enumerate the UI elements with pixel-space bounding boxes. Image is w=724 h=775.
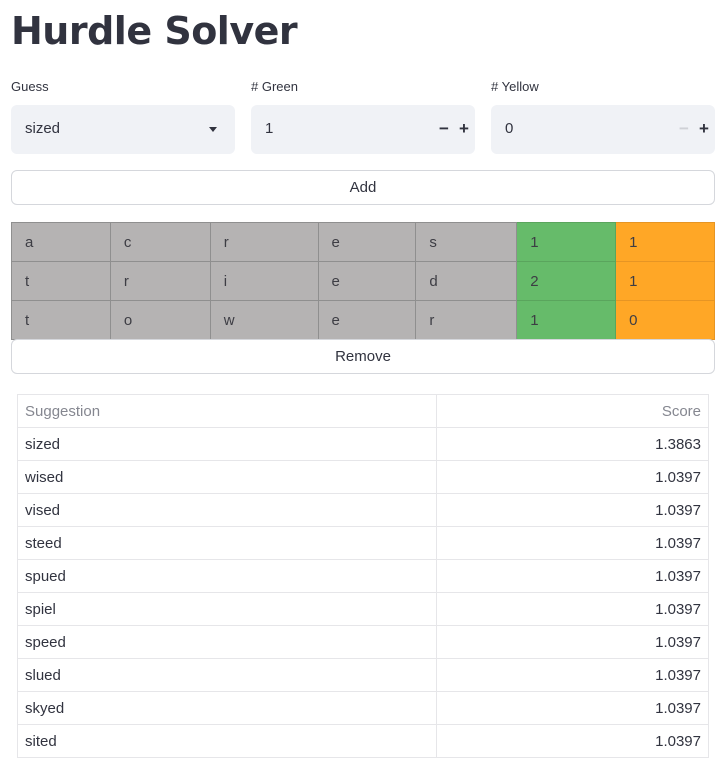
table-row: spued 1.0397 [17, 559, 709, 593]
yellow-count-cell: 1 [615, 222, 715, 262]
letter-cell: c [109, 222, 211, 262]
suggestion-cell: vised [17, 493, 437, 527]
letter-cell: e [317, 261, 417, 301]
guess-label: Guess [11, 79, 49, 94]
letter-cell: r [109, 261, 211, 301]
letter-cell: t [11, 300, 111, 340]
page-title: Hurdle Solver [11, 9, 298, 53]
score-cell: 1.0397 [436, 526, 709, 560]
suggestion-cell: skyed [17, 691, 437, 725]
table-row: steed 1.0397 [17, 526, 709, 560]
guess-history-grid: acres11tried21tower10 [11, 222, 715, 340]
green-label: # Green [251, 79, 298, 94]
letter-cell: e [317, 300, 417, 340]
green-number-input[interactable]: 1 − + [251, 105, 475, 154]
score-cell: 1.0397 [436, 691, 709, 725]
table-row: skyed 1.0397 [17, 691, 709, 725]
suggestion-cell: steed [17, 526, 437, 560]
table-row: vised 1.0397 [17, 493, 709, 527]
yellow-count-cell: 0 [615, 300, 715, 340]
table-row: sited 1.0397 [17, 724, 709, 758]
table-row: speed 1.0397 [17, 625, 709, 659]
suggestion-cell: slued [17, 658, 437, 692]
score-cell: 1.0397 [436, 460, 709, 494]
green-increment-button[interactable]: + [455, 117, 473, 141]
remove-button[interactable]: Remove [11, 339, 715, 374]
green-value: 1 [265, 120, 274, 137]
score-cell: 1.0397 [436, 592, 709, 626]
yellow-decrement-button[interactable]: − [675, 117, 693, 141]
letter-cell: i [209, 261, 319, 301]
table-header-row: Suggestion Score [17, 394, 709, 428]
guess-row: tried21 [11, 261, 715, 301]
score-cell: 1.0397 [436, 724, 709, 758]
suggestions-table: Suggestion Score sized 1.3863 wised 1.0397 v… [17, 394, 709, 758]
letter-cell: w [209, 300, 319, 340]
green-count-cell: 2 [516, 261, 617, 301]
suggestion-cell: wised [17, 460, 437, 494]
green-decrement-button[interactable]: − [435, 117, 453, 141]
guess-select[interactable]: sized [11, 105, 235, 154]
green-count-cell: 1 [516, 222, 617, 262]
suggestion-cell: spued [17, 559, 437, 593]
table-row: sized 1.3863 [17, 427, 709, 461]
score-cell: 1.0397 [436, 559, 709, 593]
score-cell: 1.0397 [436, 658, 709, 692]
yellow-label: # Yellow [491, 79, 539, 94]
score-cell: 1.0397 [436, 625, 709, 659]
suggestion-cell: spiel [17, 592, 437, 626]
guess-row: acres11 [11, 222, 715, 262]
table-row: spiel 1.0397 [17, 592, 709, 626]
green-count-cell: 1 [516, 300, 617, 340]
guess-row: tower10 [11, 300, 715, 340]
suggestion-column-header[interactable]: Suggestion [17, 394, 437, 428]
letter-cell: e [317, 222, 417, 262]
letter-cell: t [11, 261, 111, 301]
yellow-number-input[interactable]: 0 − + [491, 105, 715, 154]
chevron-down-icon[interactable] [209, 127, 217, 132]
letter-cell: a [11, 222, 111, 262]
score-cell: 1.3863 [436, 427, 709, 461]
letter-cell: o [109, 300, 211, 340]
table-row: slued 1.0397 [17, 658, 709, 692]
table-row: wised 1.0397 [17, 460, 709, 494]
score-column-header[interactable]: Score [436, 394, 709, 428]
suggestion-cell: sited [17, 724, 437, 758]
yellow-count-cell: 1 [615, 261, 715, 301]
suggestion-cell: sized [17, 427, 437, 461]
score-cell: 1.0397 [436, 493, 709, 527]
letter-cell: s [415, 222, 518, 262]
add-button[interactable]: Add [11, 170, 715, 205]
letter-cell: d [415, 261, 518, 301]
letter-cell: r [415, 300, 518, 340]
yellow-value: 0 [505, 120, 514, 137]
guess-value: sized [25, 120, 61, 137]
letter-cell: r [209, 222, 319, 262]
yellow-increment-button[interactable]: + [695, 117, 713, 141]
suggestion-cell: speed [17, 625, 437, 659]
